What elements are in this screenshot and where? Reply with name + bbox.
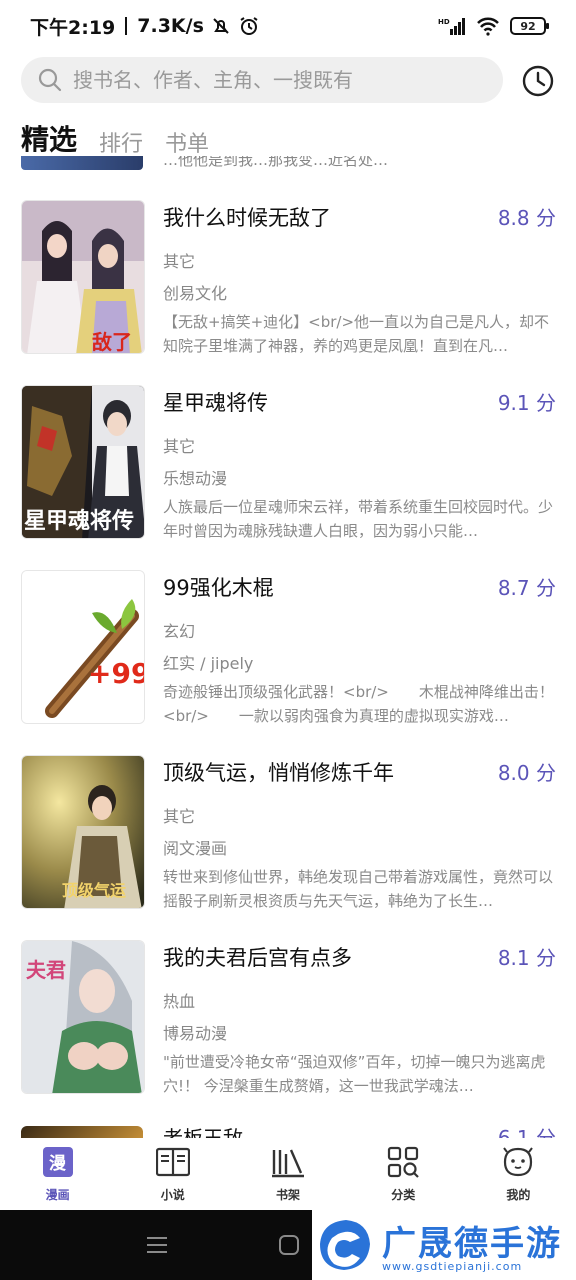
search-input[interactable] [73,68,473,92]
home-icon[interactable] [278,1234,300,1256]
list-item-partial-bottom[interactable]: 老板王敌 6.1 分 [21,1126,556,1138]
watermark-url: www.gsdtiepianji.com [382,1260,523,1273]
book-desc: 【无敌+搞笑+迪化】<br/>他一直以为自己是凡人，却不知院子里堆满了神器，养的… [163,313,550,355]
book-title: 我的夫君后宫有点多 [163,946,352,970]
history-clock-icon[interactable] [521,64,555,98]
list-item[interactable]: +99 99强化木棍 8.7 分 玄幻 红实 / jipely 奇迹般锤出顶级强… [21,570,556,725]
svg-text:敌了: 敌了 [92,330,132,354]
book-score: 8.7 分 [497,576,556,600]
book-title: 99强化木棍 [163,576,274,600]
list-item[interactable]: 顶级气运 顶级气运，悄悄修炼千年 8.0 分 其它 阅文漫画 转世来到修仙世界，… [21,755,556,910]
watermark: 广晟德手游 www.gsdtiepianji.com [312,1210,576,1280]
nav-label: 我的 [506,1188,531,1202]
status-separator [125,17,128,35]
book-title: 老板王敌 [163,1126,243,1138]
search-box[interactable] [21,57,503,103]
cover-art: 星甲魂将传 [22,386,144,538]
tab-ranking[interactable]: 排行 [99,126,143,158]
system-nav-bar: 广晟德手游 www.gsdtiepianji.com [0,1210,576,1280]
bottom-nav: 漫 漫画 小说 书架 分类 我的 [0,1140,576,1210]
status-bar: 下午2:19 7.3K/s HD 92 [0,0,576,52]
book-desc: 人族最后一位星魂师宋云祥，带着系统重生回校园时代。少年时曾因为魂脉残缺遭人白眼，… [163,498,554,540]
status-right: HD 92 [438,16,549,36]
nav-label: 书架 [276,1188,301,1202]
status-left: 下午2:19 7.3K/s [30,13,260,40]
nav-profile[interactable]: 我的 [461,1140,576,1210]
book-author: 乐想动漫 [163,469,228,488]
battery-indicator: 92 [510,17,549,35]
book-desc: 奇迹般锤出顶级强化武器！<br/> 木棍战神降维出击！<br/> 一款以弱肉强食… [163,683,554,725]
book-genre: 其它 [163,437,196,456]
search-icon [38,68,62,92]
svg-text:+99: +99 [88,657,145,690]
book-open-icon [155,1144,191,1180]
mute-icon [213,18,229,34]
tab-booklist[interactable]: 书单 [165,126,209,158]
svg-text:夫君: 夫君 [26,958,66,982]
nav-novel[interactable]: 小说 [115,1140,230,1210]
nav-comic[interactable]: 漫 漫画 [0,1140,115,1210]
book-score: 8.8 分 [497,206,556,230]
svg-text:HD: HD [438,18,450,26]
menu-icon[interactable] [146,1234,168,1256]
watermark-logo-icon [320,1220,370,1270]
book-title: 顶级气运，悄悄修炼千年 [163,761,394,785]
cover-art: 顶级气运 [22,756,144,908]
book-cover: 夫君 [21,940,145,1094]
nav-label: 分类 [391,1188,416,1202]
book-score: 8.1 分 [497,946,556,970]
nav-category[interactable]: 分类 [346,1140,461,1210]
book-score: 6.1 分 [497,1126,556,1138]
book-cover: 敌了 [21,200,145,354]
list-item[interactable]: 敌了 我什么时候无敌了 8.8 分 其它 创易文化 【无敌+搞笑+迪化】<br/… [21,200,556,355]
book-cover [21,1126,143,1138]
watermark-text: 广晟德手游 [382,1224,562,1264]
svg-text:星甲魂将传: 星甲魂将传 [24,508,134,534]
book-genre: 热血 [163,992,196,1011]
cover-art: 夫君 [22,941,144,1093]
list-item-partial-top[interactable]: …他他是到我…那我变…近名处… [21,156,556,170]
svg-text:漫: 漫 [49,1153,67,1174]
category-search-icon [385,1144,421,1180]
book-cover: 星甲魂将传 [21,385,145,539]
book-cover: 顶级气运 [21,755,145,909]
wifi-icon [477,17,499,36]
list-item[interactable]: 夫君 我的夫君后宫有点多 8.1 分 热血 博易动漫 "前世遭受冷艳女帝“强迫双… [21,940,556,1095]
signal-icon: HD [438,18,465,35]
book-genre: 玄幻 [163,622,196,641]
status-time: 下午2:19 [30,16,116,39]
comic-icon: 漫 [40,1144,76,1180]
alarm-icon [240,17,258,35]
top-tabs: 精选 排行 书单 [21,112,209,158]
book-genre: 其它 [163,807,196,826]
book-desc: 转世来到修仙世界，韩绝发现自己带着游戏属性，竟然可以摇骰子刷新灵根资质与先天气运… [163,868,554,910]
status-speed: 7.3K/s [137,15,204,37]
book-author: 红实 / jipely [163,654,254,673]
book-cover: +99 [21,570,145,724]
book-desc: "前世遭受冷艳女帝“强迫双修”百年，切掉一魄只为逃离虎穴!！ 今涅槃重生成赘婿，… [163,1053,546,1095]
bookshelf-icon [270,1144,306,1180]
tab-featured[interactable]: 精选 [21,118,77,158]
book-author: 创易文化 [163,284,228,303]
cover-art: +99 [22,571,145,723]
book-genre: 其它 [163,252,196,271]
book-cover [21,156,143,170]
nav-label: 漫画 [45,1188,70,1202]
book-desc: …他他是到我…那我变…近名处… [163,156,389,169]
book-score: 8.0 分 [497,761,556,785]
book-list[interactable]: …他他是到我…那我变…近名处… 敌了 我什么时候无敌了 8.8 分 其它 创易文… [0,156,576,1138]
book-score: 9.1 分 [497,391,556,415]
book-title: 我什么时候无敌了 [163,206,331,230]
cover-art: 敌了 [22,201,144,354]
nav-bookshelf[interactable]: 书架 [230,1140,345,1210]
svg-text:顶级气运: 顶级气运 [62,881,126,900]
book-author: 阅文漫画 [163,839,228,858]
nav-label: 小说 [160,1188,185,1202]
book-title: 星甲魂将传 [163,391,268,415]
battery-level: 92 [520,19,536,33]
book-author: 博易动漫 [163,1024,228,1043]
search-row [0,56,576,106]
list-item[interactable]: 星甲魂将传 星甲魂将传 9.1 分 其它 乐想动漫 人族最后一位星魂师宋云祥，带… [21,385,556,540]
profile-face-icon [500,1144,536,1180]
